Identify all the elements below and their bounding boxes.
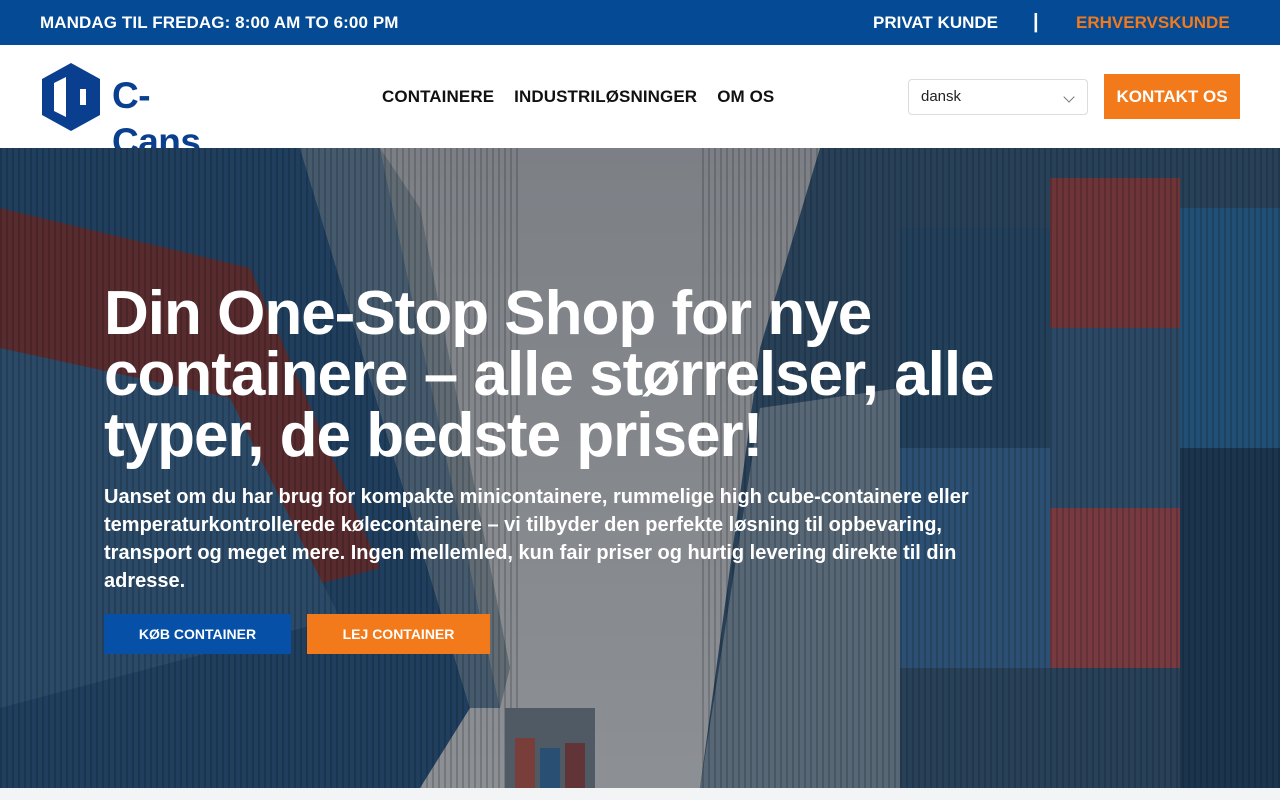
nav-item-om-os[interactable]: OM OS — [717, 87, 774, 107]
logo: C-Cans — [40, 61, 232, 162]
erhvervskunde-link[interactable]: ERHVERVSKUNDE — [1076, 0, 1230, 45]
site-header: C-Cans CONTAINERE INDUSTRILØSNINGER OM O… — [0, 45, 1280, 162]
main-nav: CONTAINERE INDUSTRILØSNINGER OM OS — [382, 45, 774, 148]
nav-item-containere[interactable]: CONTAINERE — [382, 87, 494, 107]
logo-hexagon-icon — [42, 63, 100, 131]
opening-hours: MANDAG TIL FREDAG: 8:00 AM TO 6:00 PM — [40, 13, 399, 32]
top-bar: MANDAG TIL FREDAG: 8:00 AM TO 6:00 PM PR… — [0, 0, 1280, 45]
language-select[interactable]: dansk — [908, 79, 1088, 115]
rent-container-button[interactable]: LEJ CONTAINER — [307, 614, 490, 654]
hero-section: Din One-Stop Shop for nye containere – a… — [0, 148, 1280, 788]
hero-title: Din One-Stop Shop for nye containere – a… — [104, 279, 995, 470]
contact-button[interactable]: KONTAKT OS — [1104, 74, 1240, 119]
hero-lead: Uanset om du har brug for kompakte minic… — [104, 486, 969, 592]
buy-container-button[interactable]: KØB CONTAINER — [104, 614, 291, 654]
privat-kunde-link[interactable]: PRIVAT KUNDE — [873, 0, 998, 45]
top-bar-separator: | — [1033, 11, 1039, 33]
nav-item-industriloesninger[interactable]: INDUSTRILØSNINGER — [514, 87, 697, 107]
chevron-down-icon — [1063, 91, 1075, 103]
language-selected-value: dansk — [921, 88, 962, 105]
